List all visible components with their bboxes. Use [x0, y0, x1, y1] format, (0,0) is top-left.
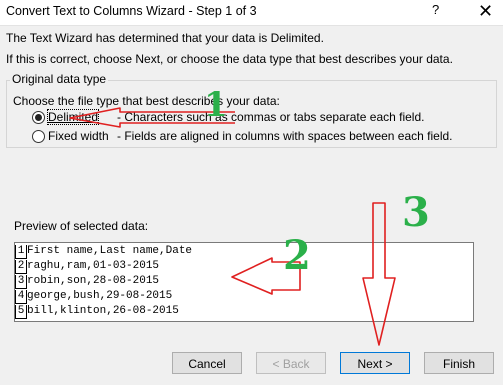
title-bar: Convert Text to Columns Wizard - Step 1 … — [0, 0, 503, 26]
intro-line-1: The Text Wizard has determined that your… — [6, 31, 324, 45]
window-title: Convert Text to Columns Wizard - Step 1 … — [6, 4, 257, 18]
row-text: First name,Last name,Date — [27, 245, 193, 257]
radio-selected-dot — [35, 114, 42, 121]
intro-line-2: If this is correct, choose Next, or choo… — [6, 52, 453, 66]
preview-row: 2 raghu,ram,01-03-2015 — [15, 260, 160, 274]
fixed-width-description: - Fields are aligned in columns with spa… — [117, 129, 453, 143]
row-number: 4 — [15, 290, 27, 304]
row-text: george,bush,29-08-2015 — [27, 290, 173, 302]
preview-row: 5 bill,klinton,26-08-2015 — [15, 305, 179, 319]
delimited-description: - Characters such as commas or tabs sepa… — [117, 110, 425, 124]
delimited-radio[interactable] — [32, 111, 45, 124]
fixed-width-radio[interactable] — [32, 130, 45, 143]
row-number: 5 — [15, 305, 27, 319]
step-3-number: 3 — [402, 189, 430, 236]
text-to-columns-dialog: Convert Text to Columns Wizard - Step 1 … — [0, 0, 503, 385]
delimited-label[interactable]: Delimited — [46, 109, 100, 125]
fixed-width-label[interactable]: Fixed width — [48, 129, 109, 143]
back-button[interactable]: < Back — [256, 352, 326, 374]
file-type-prompt: Choose the file type that best describes… — [13, 94, 280, 108]
next-button[interactable]: Next > — [340, 352, 410, 374]
preview-row: 4 george,bush,29-08-2015 — [15, 290, 173, 304]
preview-box[interactable]: 1 First name,Last name,Date 2 raghu,ram,01… — [14, 242, 474, 322]
row-number: 1 — [15, 245, 27, 259]
row-text: bill,klinton,26-08-2015 — [27, 305, 179, 317]
finish-button[interactable]: Finish — [424, 352, 494, 374]
row-number: 2 — [15, 260, 27, 274]
group-legend: Original data type — [10, 72, 109, 86]
preview-row: 1 First name,Last name,Date — [15, 245, 193, 259]
row-text: robin,son,28-08-2015 — [27, 275, 160, 287]
close-icon[interactable]: ✕ — [478, 0, 493, 22]
preview-row: 3 robin,son,28-08-2015 — [15, 275, 160, 289]
cancel-button[interactable]: Cancel — [172, 352, 242, 374]
help-icon[interactable]: ? — [432, 2, 439, 17]
row-number: 3 — [15, 275, 27, 289]
preview-label: Preview of selected data: — [14, 219, 149, 233]
row-text: raghu,ram,01-03-2015 — [27, 260, 160, 272]
